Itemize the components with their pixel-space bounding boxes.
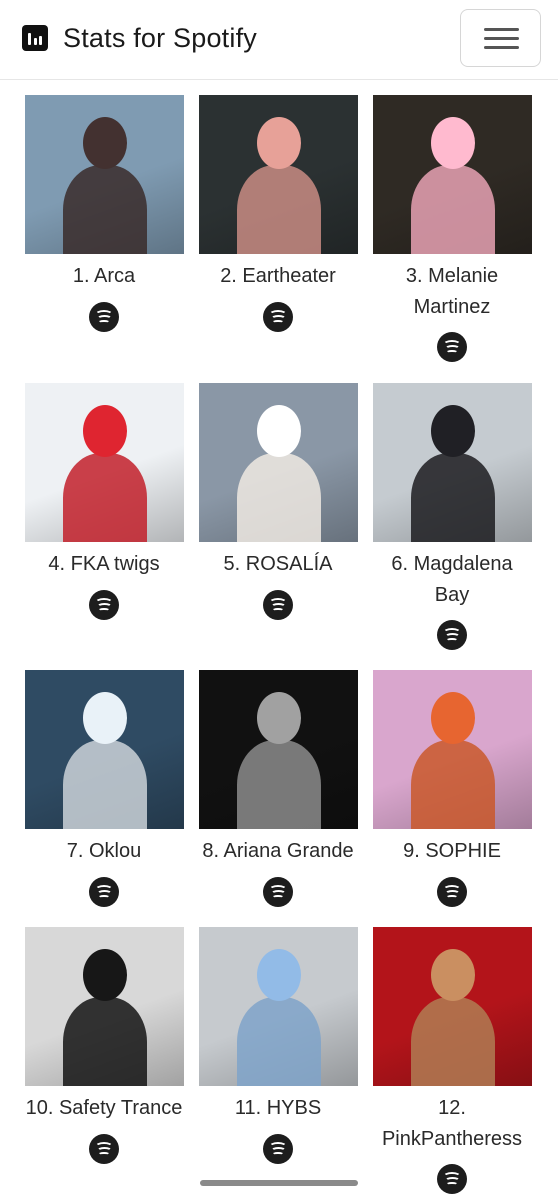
artist-image[interactable] — [199, 95, 358, 254]
artist-card[interactable]: 9. SOPHIE — [365, 670, 539, 950]
artist-card[interactable]: 5. ROSALÍA — [191, 383, 365, 663]
artist-name[interactable]: 5. ROSALÍA — [191, 549, 365, 580]
spotify-icon[interactable] — [437, 620, 467, 650]
artist-name[interactable]: 3. Melanie Martinez — [365, 261, 539, 323]
spotify-icon[interactable] — [89, 302, 119, 332]
top-artists-grid: 1. Arca 2. Eartheater 3. Melanie Martinez 4… — [0, 80, 558, 1200]
menu-toggle-button[interactable] — [460, 9, 541, 67]
artist-card[interactable]: 4. FKA twigs — [17, 383, 191, 663]
artist-card[interactable]: 1. Arca — [17, 95, 191, 375]
app-title: Stats for Spotify — [63, 22, 257, 53]
bar-chart-icon — [22, 25, 48, 51]
artist-card[interactable]: 10. Safety Trance — [17, 927, 191, 1200]
spotify-icon[interactable] — [263, 877, 293, 907]
spotify-icon[interactable] — [437, 877, 467, 907]
artist-image[interactable] — [25, 670, 184, 829]
artist-card[interactable]: 8. Ariana Grande — [191, 670, 365, 950]
artist-card[interactable]: 12. PinkPantheress — [365, 927, 539, 1200]
artist-name[interactable]: 6. Magdalena Bay — [365, 549, 539, 611]
top-navbar: Stats for Spotify — [0, 0, 558, 80]
artist-name[interactable]: 7. Oklou — [17, 836, 191, 867]
spotify-icon[interactable] — [89, 590, 119, 620]
artist-image[interactable] — [25, 95, 184, 254]
spotify-icon[interactable] — [437, 1164, 467, 1194]
artist-image[interactable] — [25, 383, 184, 542]
home-indicator — [200, 1180, 358, 1186]
artist-name[interactable]: 1. Arca — [17, 261, 191, 292]
spotify-icon[interactable] — [89, 877, 119, 907]
artist-card[interactable]: 2. Eartheater — [191, 95, 365, 375]
artist-image[interactable] — [199, 927, 358, 1086]
spotify-icon[interactable] — [89, 1134, 119, 1164]
artist-card[interactable]: 6. Magdalena Bay — [365, 383, 539, 663]
artist-name[interactable]: 8. Ariana Grande — [191, 836, 365, 867]
artist-name[interactable]: 2. Eartheater — [191, 261, 365, 292]
artist-card[interactable]: 11. HYBS — [191, 927, 365, 1200]
spotify-icon[interactable] — [263, 302, 293, 332]
artist-name[interactable]: 12. PinkPantheress — [365, 1093, 539, 1155]
artist-name[interactable]: 11. HYBS — [191, 1093, 365, 1124]
artist-card[interactable]: 3. Melanie Martinez — [365, 95, 539, 375]
artist-image[interactable] — [373, 383, 532, 542]
artist-card[interactable]: 7. Oklou — [17, 670, 191, 950]
artist-image[interactable] — [373, 95, 532, 254]
artist-name[interactable]: 10. Safety Trance — [17, 1093, 191, 1124]
artist-image[interactable] — [373, 927, 532, 1086]
artist-image[interactable] — [373, 670, 532, 829]
spotify-icon[interactable] — [263, 590, 293, 620]
spotify-icon[interactable] — [437, 332, 467, 362]
artist-name[interactable]: 4. FKA twigs — [17, 549, 191, 580]
artist-image[interactable] — [199, 670, 358, 829]
artist-name[interactable]: 9. SOPHIE — [365, 836, 539, 867]
artist-image[interactable] — [199, 383, 358, 542]
brand-link[interactable]: Stats for Spotify — [22, 20, 257, 56]
hamburger-menu-icon — [484, 28, 519, 31]
artist-image[interactable] — [25, 927, 184, 1086]
spotify-icon[interactable] — [263, 1134, 293, 1164]
